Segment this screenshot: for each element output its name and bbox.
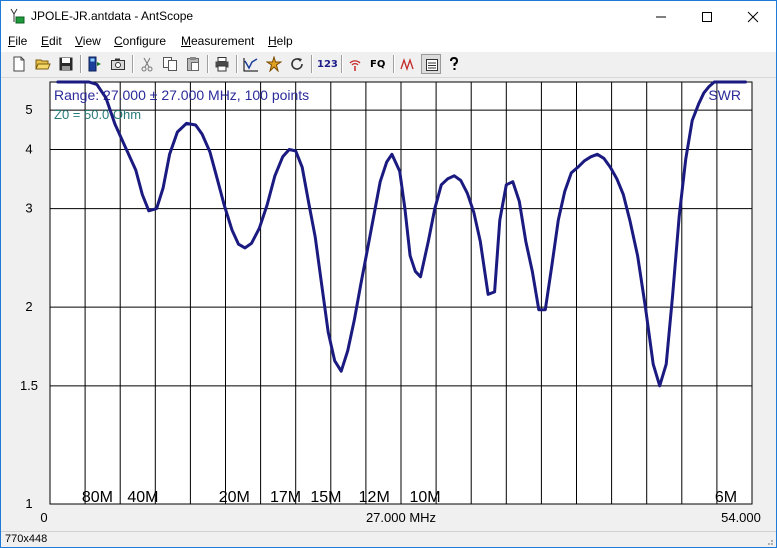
status-bar: 770x448: [1, 531, 776, 547]
status-text: 770x448: [5, 533, 48, 545]
notes-icon: [426, 59, 438, 71]
menu-configure-mnemonic: C: [114, 34, 123, 48]
toolbar: 123 FQ: [1, 52, 776, 78]
toolbar-separator: [132, 55, 134, 73]
z0-info-text: Z0 = 50.0 Ohm: [54, 107, 141, 122]
menu-edit[interactable]: Edit: [41, 34, 62, 48]
band-marker-label: 17M: [270, 489, 301, 506]
antenna-icon: [349, 60, 361, 71]
new-file-button[interactable]: [9, 54, 29, 74]
copy-icon: [163, 57, 177, 71]
copy-button[interactable]: [160, 54, 180, 74]
cut-icon: [141, 57, 153, 72]
y-tick-label: 2: [25, 299, 32, 314]
print-button[interactable]: [212, 54, 232, 74]
close-icon: [747, 11, 759, 23]
screenshot-icon: [111, 58, 125, 70]
plot-button[interactable]: [241, 54, 261, 74]
plot-icon: [243, 58, 258, 72]
menu-view-mnemonic: V: [75, 34, 83, 48]
refresh-icon: [291, 58, 303, 70]
cut-button[interactable]: [137, 54, 157, 74]
resize-grip-icon[interactable]: [764, 536, 774, 546]
toolbar-separator: [311, 55, 313, 73]
save-button[interactable]: [56, 54, 76, 74]
y-tick-label: 1.5: [20, 378, 38, 393]
auto-scale-icon: [266, 56, 282, 72]
menu-help-mnemonic: H: [268, 34, 277, 48]
menu-help[interactable]: Help: [268, 34, 293, 48]
band-marker-label: 40M: [127, 489, 158, 506]
markers-button[interactable]: [398, 54, 418, 74]
refresh-button[interactable]: [287, 54, 307, 74]
toolbar-separator: [341, 55, 343, 73]
open-folder-icon: [35, 59, 51, 70]
menu-bar: File Edit View Configure Measurement Hel…: [1, 32, 776, 52]
numbers-label: 123: [317, 59, 338, 70]
menu-help-label: elp: [276, 34, 293, 48]
paste-button[interactable]: [183, 54, 203, 74]
analyzer-button[interactable]: [85, 54, 105, 74]
band-marker-label: 15M: [310, 489, 341, 506]
menu-measurement[interactable]: Measurement: [181, 34, 254, 48]
y-tick-label: 1: [25, 496, 32, 511]
frequency-button[interactable]: FQ: [367, 54, 389, 74]
notes-button[interactable]: [421, 54, 441, 74]
menu-view[interactable]: View: [75, 34, 101, 48]
print-icon: [215, 57, 229, 72]
band-marker-label: 80M: [82, 489, 113, 506]
help-icon: [450, 56, 459, 70]
markers-icon: [400, 57, 414, 72]
toolbar-separator: [236, 55, 238, 73]
save-icon: [59, 57, 73, 71]
menu-file[interactable]: File: [8, 34, 27, 48]
band-marker-label: 10M: [409, 489, 440, 506]
menu-measurement-label: easurement: [191, 34, 255, 48]
chart-grid: [50, 82, 752, 504]
y-tick-label: 5: [25, 102, 32, 117]
x-tick-label: 54.000: [721, 510, 761, 525]
x-tick-label: 0: [40, 510, 47, 525]
y-tick-label: 3: [25, 201, 32, 216]
menu-configure-label: onfigure: [122, 34, 167, 48]
antscope-app-icon: [9, 8, 25, 24]
menu-measurement-mnemonic: M: [181, 34, 191, 48]
swr-chart-canvas: 1 1.5 2 3 4 5 0 27.000 MHz 54.000 80M 40M 20M 17M 15M…: [20, 80, 761, 525]
menu-view-label: iew: [82, 34, 101, 48]
band-marker-label: 20M: [219, 489, 250, 506]
x-tick-label: 27.000 MHz: [366, 510, 436, 525]
new-file-icon: [13, 56, 25, 72]
title-bar[interactable]: JPOLE-JR.antdata - AntScope: [1, 1, 776, 32]
minimize-icon: [656, 16, 666, 18]
antenna-button[interactable]: [345, 54, 365, 74]
series-label: SWR: [708, 87, 741, 103]
maximize-button[interactable]: [684, 1, 730, 32]
analyzer-icon: [88, 56, 101, 72]
maximize-icon: [702, 12, 712, 22]
y-tick-label: 4: [25, 142, 32, 157]
range-info-text: Range: 27.000 ± 27.000 MHz, 100 points: [54, 87, 309, 103]
paste-icon: [187, 57, 199, 71]
close-button[interactable]: [730, 1, 776, 32]
help-button[interactable]: [444, 54, 464, 74]
open-button[interactable]: [33, 54, 53, 74]
menu-edit-mnemonic: E: [41, 34, 50, 48]
menu-edit-label: dit: [49, 34, 62, 48]
band-marker-label: 12M: [359, 489, 390, 506]
toolbar-separator: [207, 55, 209, 73]
menu-configure[interactable]: Configure: [114, 34, 166, 48]
menu-file-label: ile: [15, 34, 28, 48]
toolbar-separator: [393, 55, 395, 73]
frequency-label: FQ: [370, 59, 386, 70]
band-marker-label: 6M: [715, 489, 737, 506]
app-window: JPOLE-JR.antdata - AntScope File Edit Vi…: [0, 0, 777, 548]
numbers-button[interactable]: 123: [315, 54, 338, 74]
swr-chart[interactable]: 1 1.5 2 3 4 5 0 27.000 MHz 54.000 80M 40M 20M 17M 15M…: [1, 78, 776, 531]
window-title: JPOLE-JR.antdata - AntScope: [31, 9, 194, 23]
minimize-button[interactable]: [638, 1, 684, 32]
toolbar-separator: [80, 55, 82, 73]
auto-scale-button[interactable]: [264, 54, 284, 74]
screenshot-button[interactable]: [108, 54, 128, 74]
